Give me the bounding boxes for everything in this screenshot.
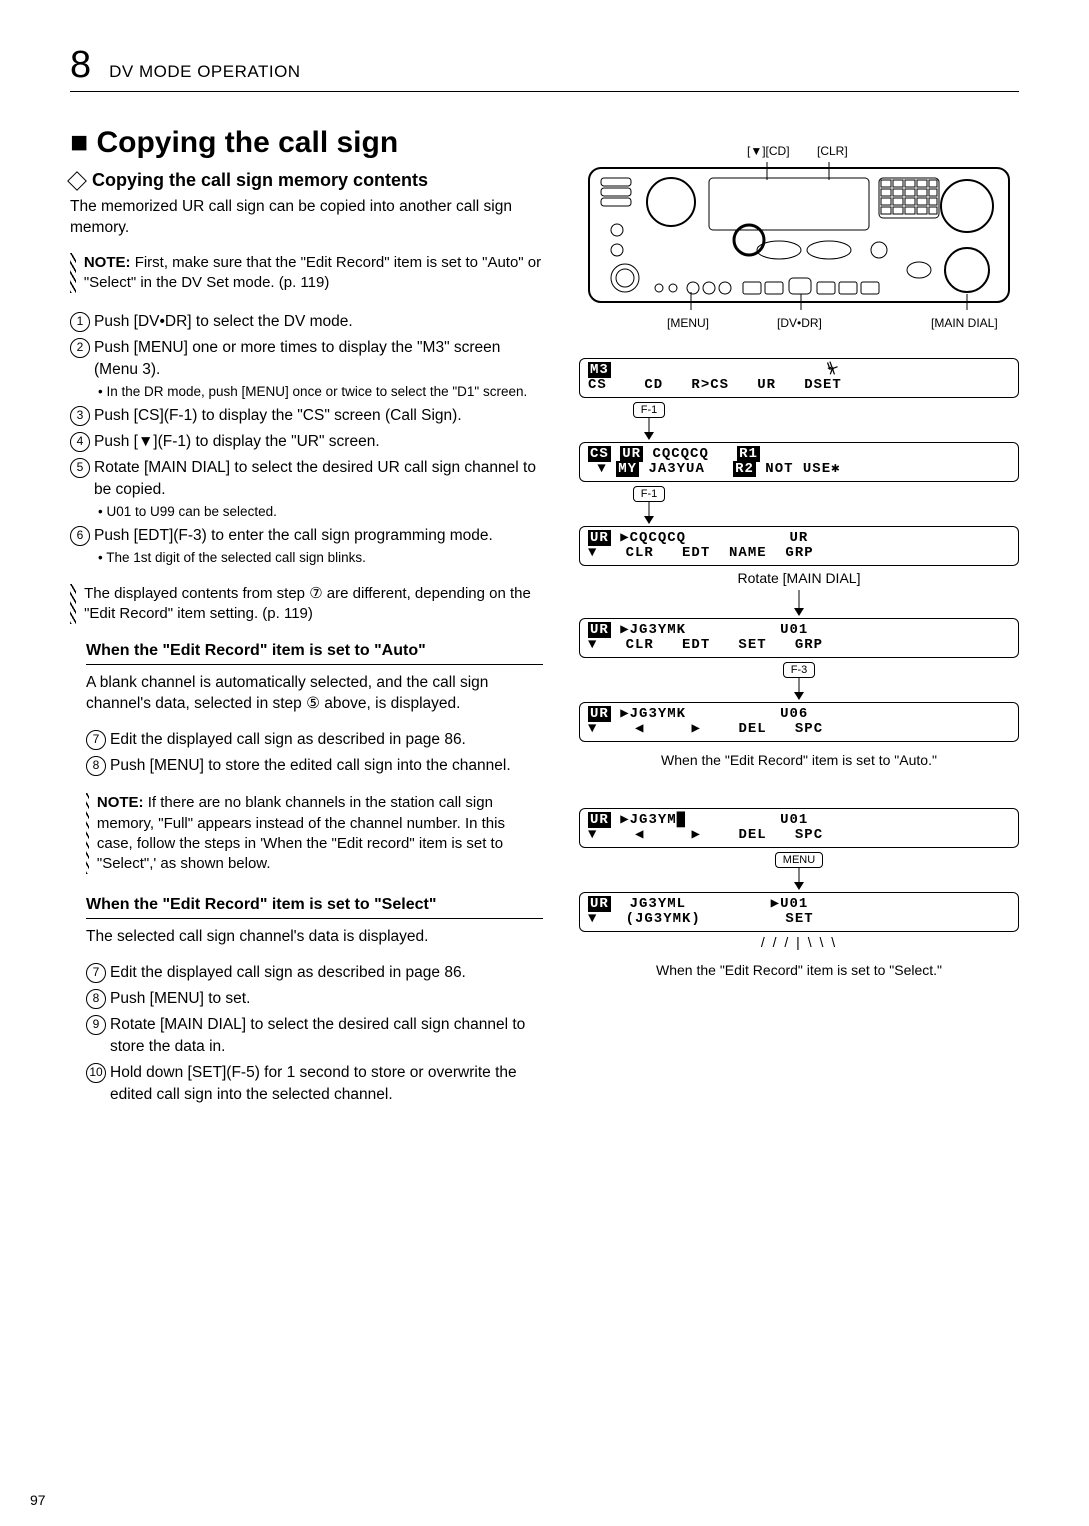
rotate-anno: Rotate [MAIN DIAL] [579, 570, 1019, 586]
lcd-ur2: UR ▶JG3YMK U01 ▼ CLR EDT SET GRP [579, 618, 1019, 658]
note-top: NOTE: First, make sure that the "Edit Re… [70, 253, 543, 294]
label-dvdr: [DV•DR] [777, 316, 822, 330]
auto-title: When the "Edit Record" item is set to "A… [86, 642, 543, 665]
step-2: 2Push [MENU] one or more times to displa… [70, 337, 543, 401]
chapter-name: DV MODE OPERATION [109, 62, 300, 82]
lcd-m3: M3 ⏧ CS CD R>CS UR DSET [579, 358, 1019, 398]
subsection-title: Copying the call sign memory contents [70, 170, 543, 191]
auto-note: NOTE: If there are no blank channels in … [86, 793, 543, 874]
step-5-sub: • U01 to U99 can be selected. [94, 503, 543, 522]
hatch-icon [70, 584, 76, 625]
note-mid: The displayed contents from step ⑦ are d… [70, 584, 543, 625]
intro-paragraph: The memorized UR call sign can be copied… [70, 197, 543, 239]
radio-figure: [▼][CD] [CLR] [MENU] [DV•DR] [MAIN DIAL] [579, 150, 1019, 330]
header-rule [70, 91, 1019, 92]
select-step-10: 10Hold down [SET](F-5) for 1 second to s… [86, 1062, 543, 1105]
note-body: First, make sure that the "Edit Record" … [84, 254, 541, 291]
lcd-ur1: UR ▶CQCQCQ UR ▼ CLR EDT NAME GRP [579, 526, 1019, 566]
select-caption: When the "Edit Record" item is set to "S… [579, 962, 1019, 978]
screens-select: UR ▶JG3YM█ U01 ▼ ◀ ▶ DEL SPC MENU UR JG3… [579, 808, 1019, 978]
select-box: When the "Edit Record" item is set to "S… [86, 896, 543, 1105]
auto-steps: 7Edit the displayed call sign as describ… [86, 729, 543, 777]
step-6: 6Push [EDT](F-3) to enter the call sign … [70, 525, 543, 568]
key-f1: F-1 [633, 402, 666, 418]
auto-note-body: If there are no blank channels in the st… [97, 794, 505, 872]
key-f1: F-1 [633, 486, 666, 502]
auto-step-8: 8Push [MENU] to store the edited call si… [86, 755, 543, 777]
key-menu: MENU [775, 852, 823, 868]
lcd-sel1: UR ▶JG3YM█ U01 ▼ ◀ ▶ DEL SPC [579, 808, 1019, 848]
step-5: 5Rotate [MAIN DIAL] to select the desire… [70, 457, 543, 521]
blink-indicator: / / / | \ \ \ [579, 934, 1019, 952]
auto-step-7: 7Edit the displayed call sign as describ… [86, 729, 543, 751]
main-steps: 1Push [DV•DR] to select the DV mode. 2Pu… [70, 311, 543, 568]
lcd-ur3: UR ▶JG3YMK U06 ▼ ◀ ▶ DEL SPC [579, 702, 1019, 742]
step-1: 1Push [DV•DR] to select the DV mode. [70, 311, 543, 333]
hatch-icon [70, 253, 76, 294]
chapter-number: 8 [70, 44, 91, 87]
page-number: 97 [30, 1492, 46, 1508]
lcd-sel2: UR JG3YML ▶U01 ▼ (JG3YMK) SET [579, 892, 1019, 932]
hatch-icon [86, 793, 89, 874]
auto-caption: When the "Edit Record" item is set to "A… [579, 752, 1019, 768]
section-title: ■ Copying the call sign [70, 126, 543, 160]
label-menu: [MENU] [667, 316, 709, 330]
label-main: [MAIN DIAL] [931, 316, 998, 330]
auto-box: When the "Edit Record" item is set to "A… [86, 642, 543, 874]
key-f3: F-3 [783, 662, 816, 678]
diamond-icon [67, 171, 87, 191]
page-header: 8 DV MODE OPERATION [0, 44, 1089, 91]
lcd-cs: CS UR CQCQCQ R1 ▼ MY JA3YUA R2 NOT USE✱ [579, 442, 1019, 482]
label-cd: [▼][CD] [747, 144, 790, 158]
select-step-7: 7Edit the displayed call sign as describ… [86, 962, 543, 984]
step-3: 3Push [CS](F-1) to display the "CS" scre… [70, 405, 543, 427]
select-body: The selected call sign channel's data is… [86, 927, 543, 948]
auto-body: A blank channel is automatically selecte… [86, 673, 543, 715]
note-label: NOTE: [84, 254, 131, 271]
select-steps: 7Edit the displayed call sign as describ… [86, 962, 543, 1105]
label-clr: [CLR] [817, 144, 848, 158]
step-4: 4Push [▼](F-1) to display the "UR" scree… [70, 431, 543, 453]
step-2-sub: • In the DR mode, push [MENU] once or tw… [94, 383, 543, 402]
auto-note-label: NOTE: [97, 794, 144, 811]
select-step-8: 8Push [MENU] to set. [86, 988, 543, 1010]
screens-auto: M3 ⏧ CS CD R>CS UR DSET F-1 CS UR CQCQCQ… [579, 358, 1019, 768]
select-step-9: 9Rotate [MAIN DIAL] to select the desire… [86, 1014, 543, 1057]
step-6-sub: • The 1st digit of the selected call sig… [94, 549, 543, 568]
select-title: When the "Edit Record" item is set to "S… [86, 896, 543, 919]
note-mid-body: The displayed contents from step ⑦ are d… [84, 584, 543, 625]
subsection-text: Copying the call sign memory contents [92, 170, 428, 191]
